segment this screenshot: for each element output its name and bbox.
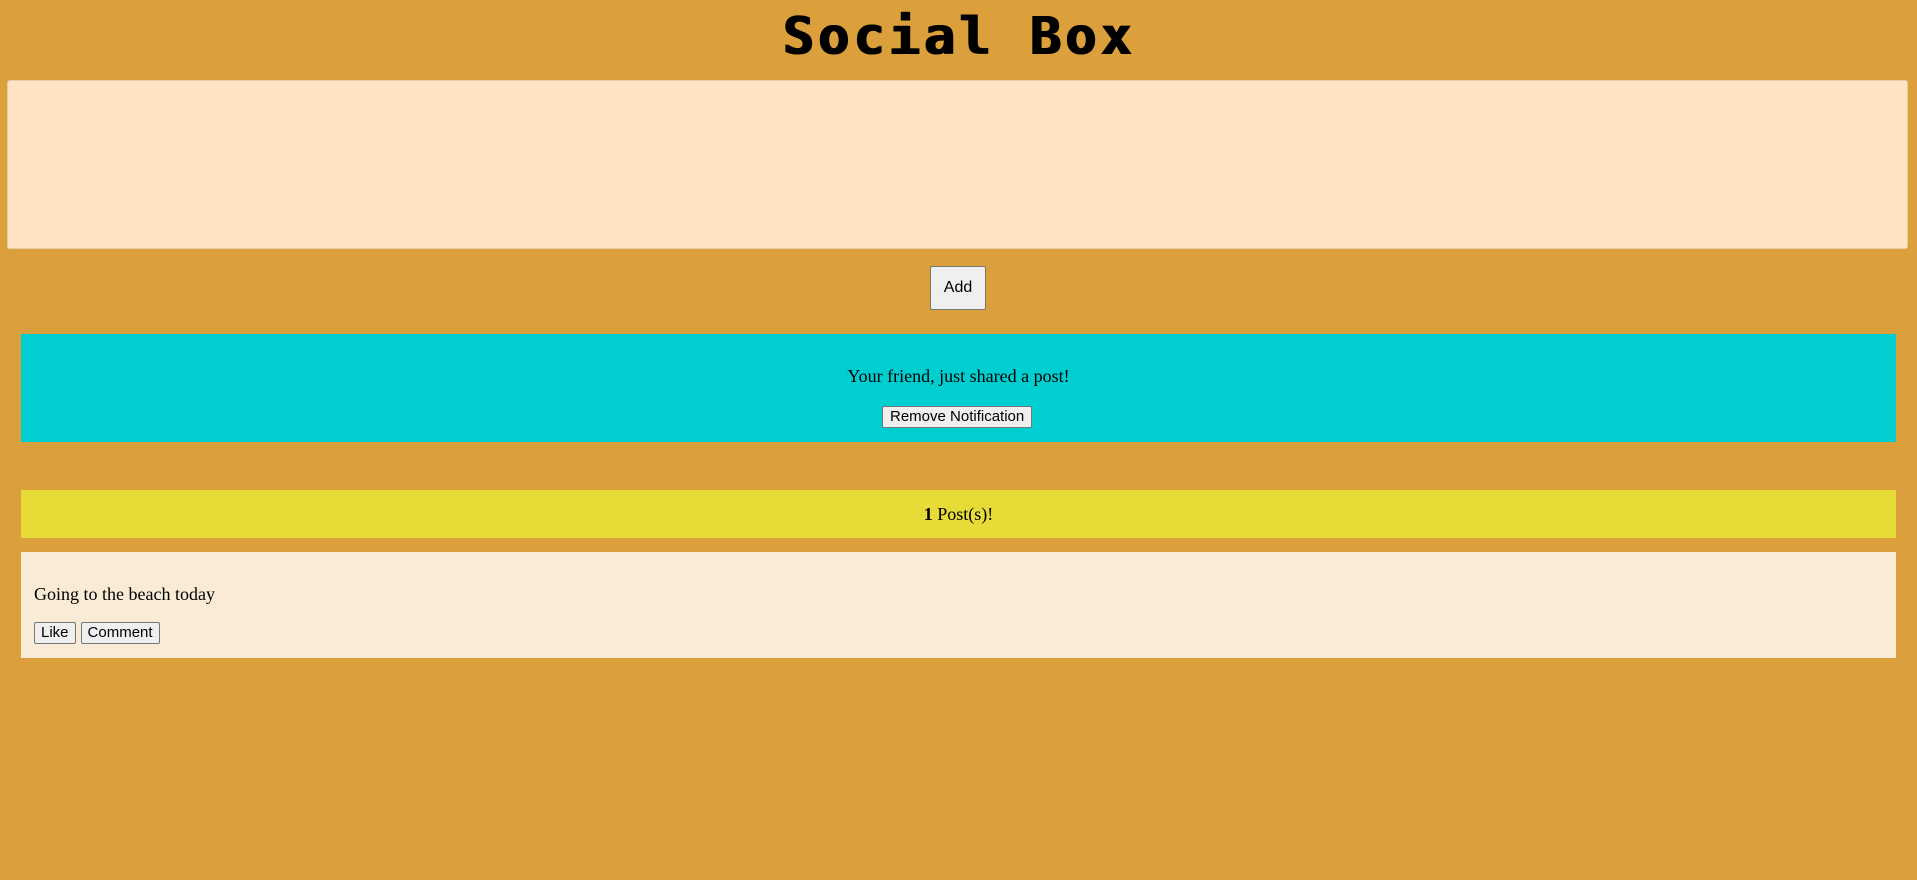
post-count-bar: 1 Post(s)! [21,490,1896,538]
post-card: Going to the beach today Like Comment [21,552,1896,658]
app-title: Social Box [781,7,1136,67]
post-count-number: 1 [923,504,933,524]
post-text: Going to the beach today [34,584,215,604]
post-input[interactable] [7,80,1908,249]
notification-text: Your friend, just shared a post! [847,366,1070,386]
comment-button[interactable]: Comment [80,622,160,644]
add-button[interactable]: Add [930,266,986,310]
like-button[interactable]: Like [34,622,76,644]
post-actions: Like Comment [34,622,160,644]
post-count-label: Post(s)! [932,504,994,524]
remove-notification-button[interactable]: Remove Notification [882,406,1033,428]
notification-banner: Your friend, just shared a post! Remove … [21,334,1896,442]
